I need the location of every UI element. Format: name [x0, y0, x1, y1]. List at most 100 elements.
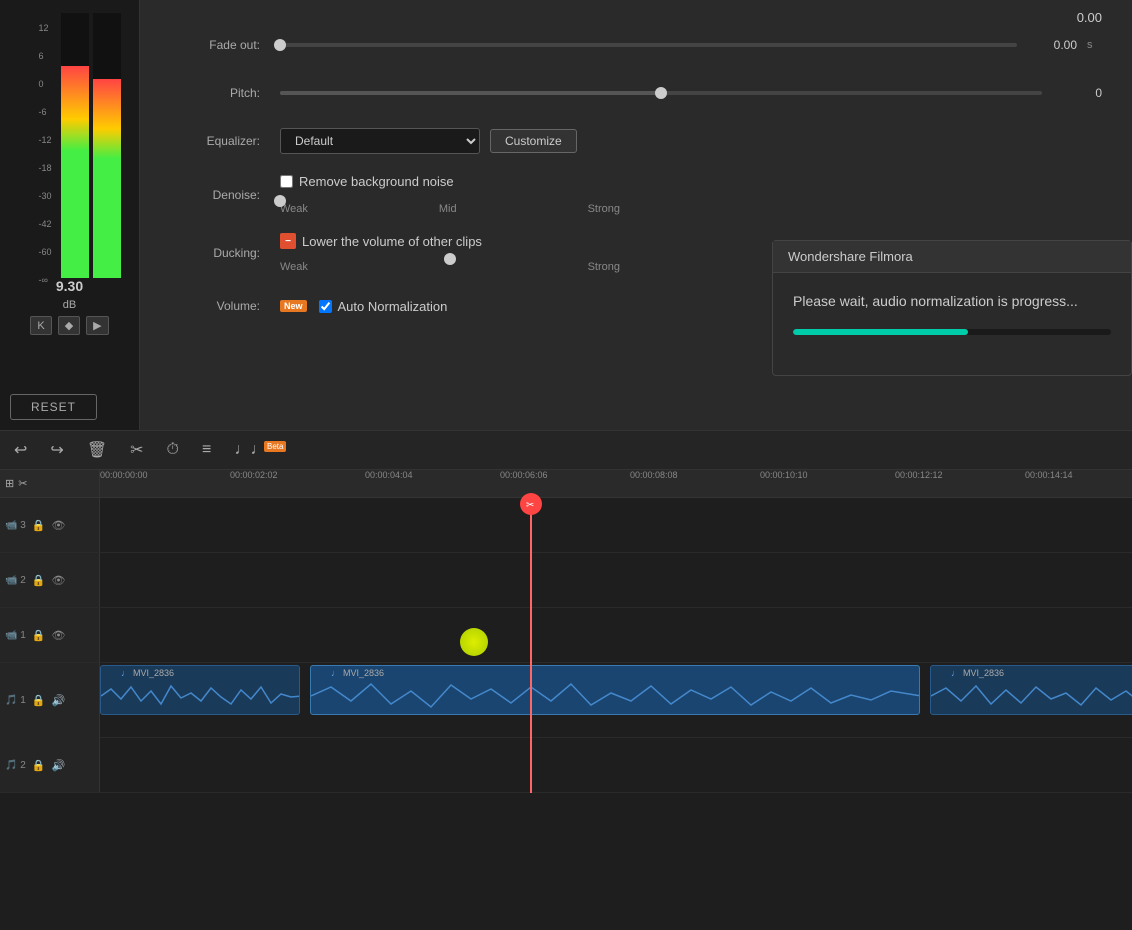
track-v1-eye[interactable]: 👁 [52, 629, 66, 642]
ducking-weak: Weak [280, 261, 308, 273]
ducking-icon: − [280, 233, 296, 249]
track-a2: 🎵 2 🔒 🔊 [0, 738, 1132, 793]
volume-content: New Auto Normalization [280, 299, 447, 314]
audio-mix-button[interactable]: ≡ [198, 437, 215, 463]
track-a2-type: 🎵 2 [5, 760, 26, 771]
new-badge: New [280, 300, 307, 312]
scissors-icon[interactable]: ✂ [18, 477, 27, 490]
timeline-ruler: 00:00:00:00 00:00:02:02 00:00:04:04 00:0… [100, 470, 1132, 497]
beat-container: ♩♩ Beta [230, 441, 286, 459]
denoise-checkbox-label: Remove background noise [299, 174, 454, 189]
vu-db-label: dB [63, 299, 76, 311]
music-icon-1: ♩ [121, 668, 130, 678]
equalizer-row: Equalizer: Default Customize [170, 126, 1102, 156]
top-value: 0.00 [1077, 10, 1102, 25]
beta-badge: Beta [264, 441, 286, 452]
waveform-1 [101, 679, 300, 714]
ruler-mark-4: 00:00:08:08 [630, 470, 678, 480]
dialog-message: Please wait, audio normalization is prog… [793, 293, 1111, 309]
dialog-titlebar: Wondershare Filmora [773, 241, 1131, 273]
track-v3-lock[interactable]: 🔒 [32, 519, 46, 532]
waveform-2 [311, 679, 920, 714]
track-a1-lock[interactable]: 🔒 [32, 694, 46, 707]
track-v3-type: 📹 3 [5, 520, 26, 531]
audio-clip-2[interactable]: ♩ MVI_2836 [310, 665, 920, 715]
ruler-mark-1: 00:00:02:02 [230, 470, 278, 480]
clip-3-name: MVI_2836 [963, 668, 1004, 678]
track-a1-volume[interactable]: 🔊 [52, 694, 66, 707]
track-v2: 📹 2 🔒 👁 [0, 553, 1132, 608]
vu-k-btn[interactable]: K [30, 316, 51, 335]
ruler-mark-7: 00:00:14:14 [1025, 470, 1073, 480]
vu-diamond-btn[interactable]: ◆ [58, 316, 80, 335]
track-rows-container: ✂ 📹 3 🔒 👁 📹 2 🔒 👁 [0, 498, 1132, 793]
reset-button[interactable]: RESET [10, 394, 97, 420]
equalizer-select[interactable]: Default [280, 128, 480, 154]
undo-button[interactable]: ↩ [10, 436, 31, 464]
denoise-checkbox[interactable] [280, 175, 293, 188]
pitch-value: 0 [1052, 86, 1102, 100]
track-a1-header: 🎵 1 🔒 🔊 [0, 663, 100, 738]
fade-out-slider[interactable] [280, 43, 1017, 47]
denoise-label: Denoise: [170, 188, 260, 202]
customize-button[interactable]: Customize [490, 129, 577, 153]
delete-button[interactable]: 🗑 [83, 436, 111, 464]
track-a1-content: ♩ MVI_2836 ♩ MVI_2836 [100, 663, 1132, 738]
volume-checkbox[interactable] [319, 300, 332, 313]
denoise-content: Remove background noise Weak Mid Strong [280, 174, 1102, 215]
vu-forward-btn[interactable]: ▶ [86, 316, 108, 335]
track-v2-header: 📹 2 🔒 👁 [0, 553, 100, 607]
track-v3-content [100, 498, 1132, 552]
denoise-mid: Mid [439, 203, 457, 215]
denoise-strong: Strong [588, 203, 620, 215]
audio-clip-1[interactable]: ♩ MVI_2836 [100, 665, 300, 715]
equalizer-label: Equalizer: [170, 134, 260, 148]
fade-out-slider-container: 0.00 s [280, 38, 1102, 52]
vu-meter: 12 6 0 -6 -12 -18 -30 -42 -60 -∞ [0, 0, 140, 430]
vu-scale: 12 6 0 -6 -12 -18 -30 -42 -60 -∞ [39, 23, 52, 303]
fade-out-row: Fade out: 0.00 s [170, 30, 1102, 60]
clip-2-label: ♩ MVI_2836 [331, 668, 384, 678]
track-v2-lock[interactable]: 🔒 [32, 574, 46, 587]
track-a1-type: 🎵 1 [5, 695, 26, 706]
add-track-icon[interactable]: ⊞ [5, 477, 14, 490]
track-v1-type: 📹 1 [5, 630, 26, 641]
progress-bar-fill [793, 329, 968, 335]
track-a2-lock[interactable]: 🔒 [32, 759, 46, 772]
clip-3-label: ♩ MVI_2836 [951, 668, 1004, 678]
ruler-mark-6: 00:00:12:12 [895, 470, 943, 480]
ducking-strong: Strong [588, 261, 620, 273]
pitch-label: Pitch: [170, 86, 260, 100]
ruler-mark-2: 00:00:04:04 [365, 470, 413, 480]
fade-out-label: Fade out: [170, 38, 260, 52]
scissors-icon: ✂ [524, 497, 538, 511]
dialog-body: Please wait, audio normalization is prog… [773, 273, 1131, 345]
pitch-slider-container: 0 [280, 86, 1102, 100]
audio-clip-3[interactable]: ♩ MVI_2836 [930, 665, 1132, 715]
playhead-head: ✂ [520, 493, 542, 515]
clip-1-label: ♩ MVI_2836 [121, 668, 174, 678]
track-v1-lock[interactable]: 🔒 [32, 629, 46, 642]
ducking-checkbox-label: Lower the volume of other clips [302, 234, 482, 249]
track-v1: 📹 1 🔒 👁 [0, 608, 1132, 663]
redo-button[interactable]: ↪ [46, 436, 67, 464]
music-icon-2: ♩ [331, 668, 340, 678]
duration-button[interactable]: ⏱ [163, 437, 183, 463]
filmora-dialog: Wondershare Filmora Please wait, audio n… [772, 240, 1132, 376]
ruler-controls: ⊞ ✂ [0, 470, 100, 497]
track-v1-header: 📹 1 🔒 👁 [0, 608, 100, 662]
playhead[interactable]: ✂ [530, 498, 532, 793]
track-a2-volume[interactable]: 🔊 [52, 759, 66, 772]
dialog-title: Wondershare Filmora [788, 249, 913, 264]
track-v1-content [100, 608, 1132, 662]
denoise-checkbox-row: Remove background noise [280, 174, 1102, 189]
timeline-section: ↩ ↪ 🗑 ✂ ⏱ ≡ ♩♩ Beta ⊞ ✂ 00:00:00:00 00:0… [0, 430, 1132, 930]
pitch-slider[interactable] [280, 91, 1042, 95]
ducking-label: Ducking: [170, 246, 260, 260]
ruler-mark-0: 00:00:00:00 [100, 470, 148, 480]
track-v3-eye[interactable]: 👁 [52, 519, 66, 532]
track-v2-eye[interactable]: 👁 [52, 574, 66, 587]
vu-controls: K ◆ ▶ [30, 316, 108, 335]
cut-button[interactable]: ✂ [126, 436, 147, 464]
ruler-row: ⊞ ✂ 00:00:00:00 00:00:02:02 00:00:04:04 … [0, 470, 1132, 498]
